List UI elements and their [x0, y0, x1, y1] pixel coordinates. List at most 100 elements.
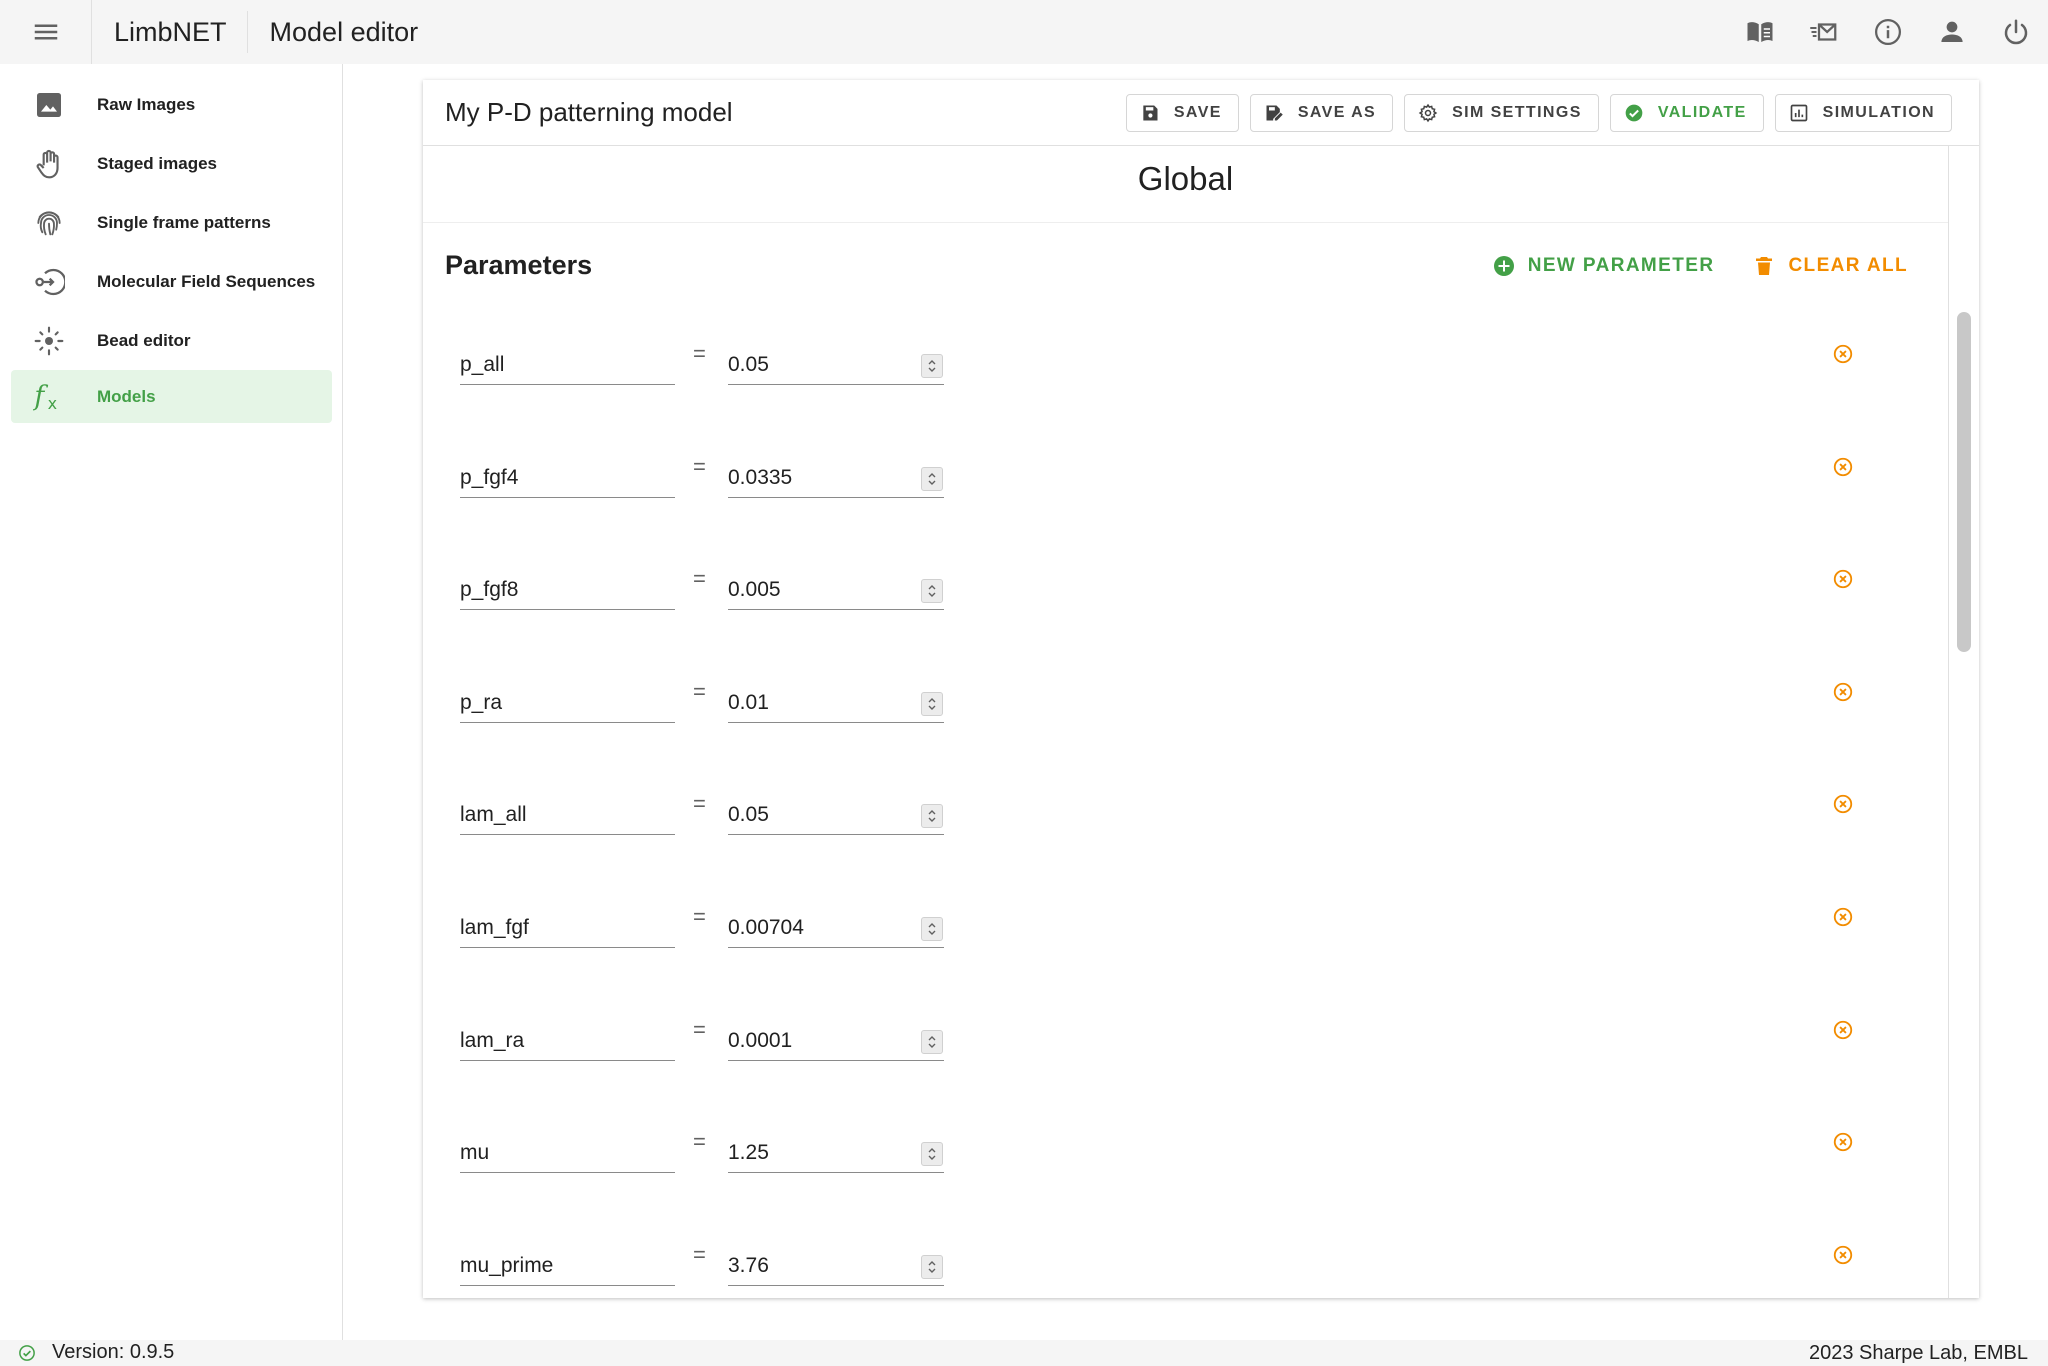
stepper-arrows-icon: [928, 473, 936, 485]
equals-sign: =: [693, 791, 706, 816]
hand-icon: [36, 149, 59, 178]
parameter-value-field[interactable]: 0.05: [728, 795, 944, 835]
toolbar: SAVE SAVE AS SIM SETTINGS VALIDATE SIMUL…: [1125, 94, 1952, 132]
sidebar-item-label: Molecular Field Sequences: [97, 271, 316, 291]
stepper-arrows-icon: [928, 1148, 936, 1160]
parameter-value-field[interactable]: 1.25: [728, 1133, 944, 1173]
parameter-value-field[interactable]: 0.01: [728, 683, 944, 723]
menu-icon: [34, 24, 57, 40]
sidebar-item-single-frame-patterns[interactable]: Single frame patterns: [11, 196, 332, 249]
about-button[interactable]: [1856, 0, 1920, 64]
parameter-value-field[interactable]: 0.0001: [728, 1021, 944, 1061]
book-open-icon: [1747, 22, 1773, 42]
parameter-row: p_fgf8 = 0.005: [423, 562, 1948, 622]
parameter-value-field[interactable]: 0.05: [728, 345, 944, 385]
delete-parameter-button[interactable]: [1832, 906, 1854, 928]
trash-icon: [1756, 257, 1773, 275]
parameter-row: mu_prime = 3.76: [423, 1238, 1948, 1298]
delete-parameter-button[interactable]: [1832, 681, 1854, 703]
parameter-value: 0.05: [728, 803, 769, 826]
parameter-value-field[interactable]: 0.005: [728, 570, 944, 610]
delete-parameter-button[interactable]: [1832, 1244, 1854, 1266]
stepper-arrows-icon: [928, 360, 936, 372]
app-bar: LimbNET Model editor: [0, 0, 2048, 64]
simulation-button[interactable]: SIMULATION: [1774, 94, 1952, 132]
delete-parameter-button[interactable]: [1832, 568, 1854, 590]
menu-button[interactable]: [0, 0, 92, 64]
parameter-value: 0.0001: [728, 1029, 793, 1052]
parameter-value-field[interactable]: 0.00704: [728, 908, 944, 948]
equals-sign: =: [693, 1242, 706, 1267]
parameter-row: p_fgf4 = 0.0335: [423, 450, 1948, 510]
contact-button[interactable]: [1792, 0, 1856, 64]
sidebar-item-bead-editor[interactable]: Bead editor: [11, 314, 332, 367]
sidebar-item-label: Raw Images: [97, 94, 196, 114]
parameter-row: lam_all = 0.05: [423, 787, 1948, 847]
scroll-track-border: [1948, 146, 1949, 1298]
value-stepper[interactable]: [921, 1142, 943, 1166]
parameter-name-field[interactable]: mu: [460, 1133, 675, 1173]
equals-sign: =: [693, 904, 706, 929]
bead-icon: [34, 326, 63, 355]
sidebar-item-molecular-field-sequences[interactable]: Molecular Field Sequences: [11, 255, 332, 308]
value-stepper[interactable]: [921, 917, 943, 941]
stepper-arrows-icon: [928, 810, 936, 822]
equals-sign: =: [693, 566, 706, 591]
delete-parameter-button[interactable]: [1832, 793, 1854, 815]
value-stepper[interactable]: [921, 1030, 943, 1054]
validate-button[interactable]: VALIDATE: [1609, 94, 1764, 132]
divider: [423, 222, 1948, 223]
parameter-name-field[interactable]: mu_prime: [460, 1246, 675, 1286]
sim-settings-button[interactable]: SIM SETTINGS: [1404, 94, 1599, 132]
scrollbar-thumb[interactable]: [1957, 312, 1971, 652]
parameter-value: 0.005: [728, 578, 781, 601]
content-save-icon: [1143, 105, 1158, 121]
parameter-value: 0.0335: [728, 466, 793, 489]
parameter-name-field[interactable]: p_fgf8: [460, 570, 675, 610]
parameter-value-field[interactable]: 0.0335: [728, 458, 944, 498]
parameter-name-field[interactable]: lam_ra: [460, 1021, 675, 1061]
delete-parameter-button[interactable]: [1832, 1019, 1854, 1041]
check-circle-icon: [1625, 104, 1643, 122]
delete-parameter-button[interactable]: [1832, 1131, 1854, 1153]
delete-parameter-button[interactable]: [1832, 343, 1854, 365]
close-circle-outline-icon: [1833, 794, 1853, 814]
copyright: 2023 Sharpe Lab, EMBL: [1808, 1342, 2028, 1364]
delete-parameter-button[interactable]: [1832, 456, 1854, 478]
equals-sign: =: [693, 1017, 706, 1042]
app-brand[interactable]: LimbNET: [92, 11, 248, 53]
value-stepper[interactable]: [921, 692, 943, 716]
docs-button[interactable]: [1728, 0, 1792, 64]
parameter-value: 1.25: [728, 1141, 769, 1164]
parameter-name-field[interactable]: lam_fgf: [460, 908, 675, 948]
sidebar-item-raw-images[interactable]: Raw Images: [11, 78, 332, 131]
logout-button[interactable]: [1984, 0, 2048, 64]
sidebar-item-models[interactable]: fx Models: [11, 370, 332, 423]
value-stepper[interactable]: [921, 467, 943, 491]
parameter-value-field[interactable]: 3.76: [728, 1246, 944, 1286]
value-stepper[interactable]: [921, 1255, 943, 1279]
value-stepper[interactable]: [921, 804, 943, 828]
fingerprint-icon: [36, 210, 61, 235]
stepper-arrows-icon: [928, 1261, 936, 1273]
sidebar: Raw Images Staged images Single frame pa…: [0, 64, 343, 1340]
value-stepper[interactable]: [921, 354, 943, 378]
parameter-name-field[interactable]: p_fgf4: [460, 458, 675, 498]
value-stepper[interactable]: [921, 579, 943, 603]
page-title: Model editor: [269, 16, 419, 47]
new-parameter-button[interactable]: NEW PARAMETER: [1492, 254, 1715, 278]
clear-all-button[interactable]: CLEAR ALL: [1752, 254, 1908, 278]
sidebar-item-label: Staged images: [97, 153, 217, 173]
close-circle-outline-icon: [1833, 457, 1853, 477]
parameter-name-field[interactable]: lam_all: [460, 795, 675, 835]
save-as-button[interactable]: SAVE AS: [1249, 94, 1394, 132]
sequence-icon: [34, 268, 65, 295]
account-button[interactable]: [1920, 0, 1984, 64]
save-button[interactable]: SAVE: [1125, 94, 1239, 132]
close-circle-outline-icon: [1833, 682, 1853, 702]
content-save-edit-icon: [1266, 105, 1283, 121]
parameter-name-field[interactable]: p_all: [460, 345, 675, 385]
sidebar-item-staged-images[interactable]: Staged images: [11, 137, 332, 190]
card-header: My P-D patterning model SAVE SAVE AS SIM…: [423, 80, 1979, 146]
parameter-name-field[interactable]: p_ra: [460, 683, 675, 723]
